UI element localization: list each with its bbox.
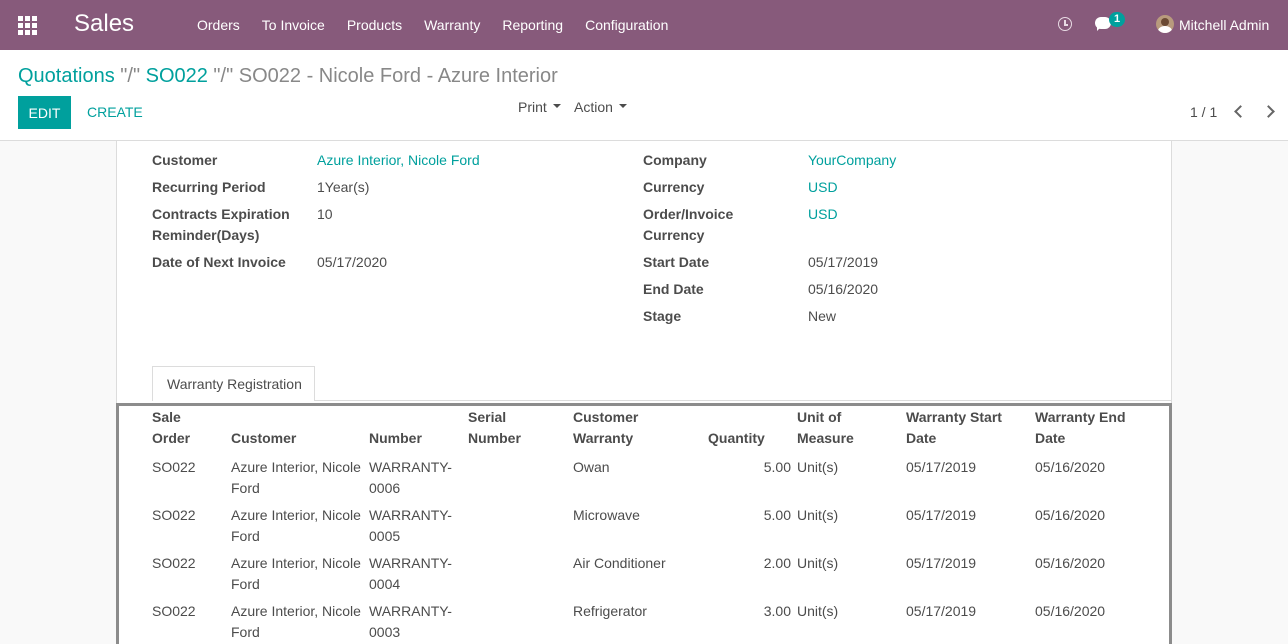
chat-count-badge: 1	[1109, 12, 1126, 27]
cell-quantity: 5.00	[763, 459, 791, 475]
cell-sale-order: SO022	[152, 507, 196, 523]
value-start-date: 05/17/2019	[808, 254, 879, 270]
edit-button[interactable]: EDIT	[18, 96, 71, 129]
cell-number: WARRANTY-0003	[369, 603, 452, 640]
cell-end-date: 05/16/2020	[1035, 507, 1106, 523]
menu-to-invoice[interactable]: To Invoice	[251, 17, 336, 33]
label-order-invoice-currency: Order/Invoice Currency	[643, 206, 734, 243]
header-customer-warranty[interactable]: Customer Warranty	[573, 407, 653, 449]
cell-customer: Azure Interior, Nicole Ford	[231, 459, 361, 496]
chevron-left-icon[interactable]	[1233, 104, 1243, 120]
cell-sale-order: SO022	[152, 459, 196, 475]
pager-value[interactable]: 1 / 1	[1190, 104, 1217, 120]
cell-uom: Unit(s)	[797, 603, 839, 619]
cell-end-date: 05/16/2020	[1035, 459, 1106, 475]
value-company[interactable]: YourCompany	[808, 150, 896, 171]
cell-uom: Unit(s)	[797, 507, 839, 523]
menu-products[interactable]: Products	[336, 17, 413, 33]
warranty-table: Sale Order Customer Number Serial Number…	[116, 403, 1172, 644]
caret-down-icon	[618, 104, 627, 109]
header-warranty-end-date[interactable]: Warranty End Date	[1035, 407, 1135, 449]
apps-menu-icon[interactable]	[18, 16, 38, 35]
cell-start-date: 05/17/2019	[906, 507, 977, 523]
cell-start-date: 05/17/2019	[906, 555, 977, 571]
control-panel: Quotations "/" SO022 "/" SO022 - Nicole …	[0, 50, 1288, 141]
cell-start-date: 05/17/2019	[906, 603, 977, 619]
label-date-next-invoice: Date of Next Invoice	[152, 254, 286, 270]
table-row[interactable]: SO022 Azure Interior, Nicole Ford WARRAN…	[119, 597, 1169, 644]
cell-customer-warranty: Owan	[573, 459, 610, 475]
value-end-date: 05/16/2020	[808, 281, 879, 297]
action-label: Action	[574, 99, 613, 115]
cell-quantity: 2.00	[763, 555, 791, 571]
menu-configuration[interactable]: Configuration	[574, 17, 679, 33]
header-warranty-start-date[interactable]: Warranty Start Date	[906, 407, 1016, 449]
table-row[interactable]: SO022 Azure Interior, Nicole Ford WARRAN…	[119, 549, 1169, 597]
caret-down-icon	[552, 104, 561, 109]
cell-customer-warranty: Microwave	[573, 507, 640, 523]
value-date-next-invoice: 05/17/2020	[317, 254, 388, 270]
breadcrumb-separator: "/"	[207, 65, 239, 87]
table-row[interactable]: SO022 Azure Interior, Nicole Ford WARRAN…	[119, 453, 1169, 501]
menu-reporting[interactable]: Reporting	[491, 17, 574, 33]
chevron-right-icon[interactable]	[1264, 104, 1274, 120]
cell-customer-warranty: Air Conditioner	[573, 555, 666, 571]
header-number[interactable]: Number	[369, 428, 422, 449]
value-order-invoice-currency[interactable]: USD	[808, 204, 838, 225]
cell-customer: Azure Interior, Nicole Ford	[231, 507, 361, 544]
cell-sale-order: SO022	[152, 555, 196, 571]
user-menu[interactable]: Mitchell Admin	[1179, 17, 1269, 33]
label-customer: Customer	[152, 152, 218, 168]
header-sale-order[interactable]: Sale Order	[152, 407, 212, 449]
value-currency[interactable]: USD	[808, 177, 838, 198]
activity-clock-icon[interactable]	[1058, 17, 1072, 31]
cell-number: WARRANTY-0005	[369, 507, 452, 544]
header-unit-of-measure[interactable]: Unit of Measure	[797, 407, 867, 449]
print-label: Print	[518, 99, 547, 115]
value-recurring-period: 1Year(s)	[317, 179, 370, 195]
breadcrumb: Quotations "/" SO022 "/" SO022 - Nicole …	[18, 65, 558, 88]
label-end-date: End Date	[643, 281, 704, 297]
print-dropdown[interactable]: Print	[518, 99, 561, 115]
create-button[interactable]: CREATE	[87, 104, 143, 120]
value-contracts-expiration: 10	[317, 206, 333, 222]
app-name: Sales	[74, 10, 135, 37]
table-row[interactable]: SO022 Azure Interior, Nicole Ford WARRAN…	[119, 501, 1169, 549]
action-dropdown[interactable]: Action	[574, 99, 627, 115]
breadcrumb-separator: "/"	[114, 65, 146, 87]
main-menu: Orders To Invoice Products Warranty Repo…	[186, 0, 679, 50]
value-stage: New	[808, 308, 837, 324]
header-quantity[interactable]: Quantity	[708, 428, 765, 449]
cell-end-date: 05/16/2020	[1035, 555, 1106, 571]
cell-uom: Unit(s)	[797, 459, 839, 475]
menu-warranty[interactable]: Warranty	[413, 17, 491, 33]
user-avatar[interactable]	[1156, 15, 1174, 33]
header-serial-number[interactable]: Serial Number	[468, 407, 538, 449]
cell-customer: Azure Interior, Nicole Ford	[231, 603, 361, 640]
label-contracts-expiration: Contracts Expiration Reminder(Days)	[152, 206, 290, 243]
cell-end-date: 05/16/2020	[1035, 603, 1106, 619]
value-customer[interactable]: Azure Interior, Nicole Ford	[317, 150, 480, 171]
label-start-date: Start Date	[643, 254, 710, 270]
tab-warranty-registration[interactable]: Warranty Registration	[152, 366, 315, 401]
top-navbar: Sales Orders To Invoice Products Warrant…	[0, 0, 1288, 50]
cell-customer-warranty: Refrigerator	[573, 603, 647, 619]
cell-quantity: 5.00	[763, 507, 791, 523]
breadcrumb-quotations[interactable]: Quotations	[18, 65, 115, 87]
breadcrumb-so[interactable]: SO022	[146, 65, 208, 87]
label-currency: Currency	[643, 179, 705, 195]
cell-uom: Unit(s)	[797, 555, 839, 571]
cell-quantity: 3.00	[763, 603, 791, 619]
cell-number: WARRANTY-0004	[369, 555, 452, 592]
cell-number: WARRANTY-0006	[369, 459, 452, 496]
header-customer[interactable]: Customer	[231, 428, 296, 449]
label-company: Company	[643, 152, 707, 168]
cell-start-date: 05/17/2019	[906, 459, 977, 475]
cell-sale-order: SO022	[152, 603, 196, 619]
menu-orders[interactable]: Orders	[186, 17, 251, 33]
label-recurring-period: Recurring Period	[152, 179, 266, 195]
cell-customer: Azure Interior, Nicole Ford	[231, 555, 361, 592]
breadcrumb-current: SO022 - Nicole Ford - Azure Interior	[238, 65, 558, 87]
label-stage: Stage	[643, 308, 682, 324]
